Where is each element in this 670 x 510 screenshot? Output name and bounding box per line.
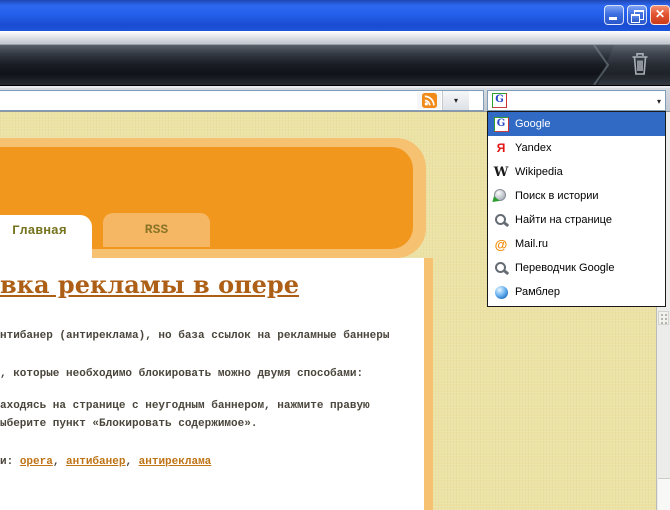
rss-button[interactable] bbox=[417, 92, 441, 109]
close-button[interactable]: ✕ bbox=[650, 5, 670, 25]
google-icon: G bbox=[492, 93, 507, 108]
magnifier-icon bbox=[493, 260, 509, 276]
scrollbar-thumb-end[interactable] bbox=[658, 478, 670, 510]
dropdown-item-label: Переводчик Google bbox=[515, 262, 615, 274]
restore-button[interactable] bbox=[627, 5, 647, 25]
tags-prefix: и: bbox=[0, 456, 14, 468]
dropdown-item-label: Wikipedia bbox=[515, 166, 563, 178]
trash-icon[interactable] bbox=[629, 51, 651, 79]
tag-link-antiadvert[interactable]: антиреклама bbox=[139, 456, 212, 468]
browser-window: ✕ ▾ G ▾ G Google Я Yandex W Wikipedia По… bbox=[0, 0, 670, 510]
tag-link-opera[interactable]: opera bbox=[20, 456, 53, 468]
dropdown-item-label: Рамблер bbox=[515, 286, 560, 298]
minimize-icon bbox=[609, 17, 617, 20]
dropdown-item-label: Yandex bbox=[515, 142, 552, 154]
close-icon: ✕ bbox=[654, 7, 666, 21]
google-icon: G bbox=[493, 116, 509, 132]
article-text: , которые необходимо блокировать можно д… bbox=[0, 368, 364, 380]
content-column-border bbox=[424, 258, 433, 510]
site-tab-rss[interactable]: RSS bbox=[103, 213, 210, 247]
dropdown-item-wikipedia[interactable]: W Wikipedia bbox=[488, 160, 665, 184]
rambler-icon bbox=[494, 285, 508, 299]
history-search-icon bbox=[493, 188, 509, 204]
dropdown-item-mailru[interactable]: @ Mail.ru bbox=[488, 232, 665, 256]
url-input[interactable]: ▾ bbox=[0, 90, 484, 111]
dropdown-item-label: Поиск в истории bbox=[515, 190, 599, 202]
rss-icon bbox=[421, 93, 437, 108]
dropdown-item-find-in-page[interactable]: Найти на странице bbox=[488, 208, 665, 232]
dropdown-item-yandex[interactable]: Я Yandex bbox=[488, 136, 665, 160]
article-title[interactable]: вка рекламы в опере bbox=[0, 270, 420, 299]
search-input[interactable]: G ▾ bbox=[487, 90, 666, 111]
tab-bar-separator bbox=[593, 45, 610, 85]
search-engine-dropdown: G Google Я Yandex W Wikipedia Поиск в ис… bbox=[487, 111, 666, 307]
wikipedia-icon: W bbox=[493, 164, 509, 180]
dropdown-item-label: Найти на странице bbox=[515, 214, 612, 226]
dropdown-item-history-search[interactable]: Поиск в истории bbox=[488, 184, 665, 208]
title-bar bbox=[0, 0, 670, 31]
menu-bar bbox=[0, 31, 670, 45]
tags-line: и: opera, антибанер, антиреклама bbox=[0, 456, 212, 468]
mailru-icon: @ bbox=[494, 236, 508, 252]
site-tab-home[interactable]: Главная bbox=[0, 215, 92, 261]
article-text: ыберите пункт «Блокировать содержимое». bbox=[0, 418, 258, 430]
magnifier-icon bbox=[493, 212, 509, 228]
rss-dropdown-button[interactable]: ▾ bbox=[442, 91, 469, 110]
dropdown-item-google[interactable]: G Google bbox=[488, 112, 665, 136]
dropdown-item-google-translator[interactable]: Переводчик Google bbox=[488, 256, 665, 280]
dropdown-item-label: Google bbox=[515, 118, 551, 130]
tab-bar bbox=[0, 45, 670, 86]
article-text: нтибанер (антиреклама), но база ссылок н… bbox=[0, 330, 390, 342]
article-text: аходясь на странице с неугодным баннером… bbox=[0, 400, 370, 412]
search-dropdown-arrow-icon[interactable]: ▾ bbox=[657, 97, 661, 106]
tag-link-antibanner[interactable]: антибанер bbox=[66, 456, 125, 468]
scrollbar-grip[interactable] bbox=[658, 311, 669, 325]
dropdown-item-label: Mail.ru bbox=[515, 238, 549, 250]
chevron-down-icon: ▾ bbox=[453, 96, 458, 105]
minimize-button[interactable] bbox=[604, 5, 624, 25]
yandex-icon: Я bbox=[496, 141, 506, 155]
dropdown-item-rambler[interactable]: Рамблер bbox=[488, 280, 665, 304]
